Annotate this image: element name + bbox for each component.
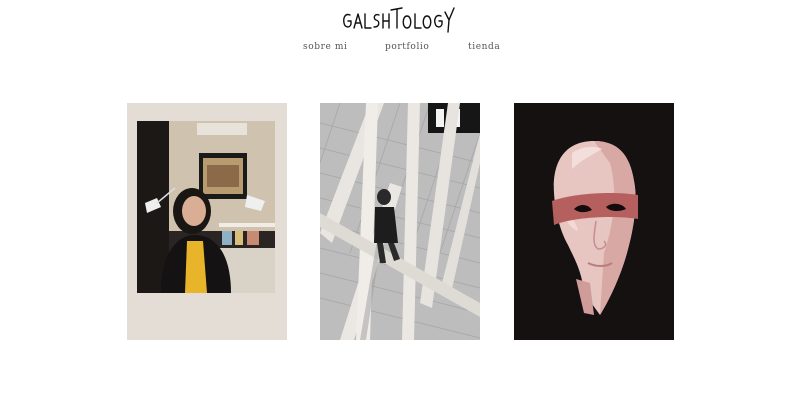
site-logo[interactable]	[340, 4, 460, 36]
main-nav: sobre mi portfolio tienda	[0, 42, 800, 56]
staircase-photo-image	[320, 103, 480, 340]
portrait-photo-image	[127, 103, 287, 340]
logo-wordmark	[343, 7, 455, 33]
gallery-item-staircase[interactable]	[320, 103, 480, 340]
gallery-item-portrait[interactable]	[127, 103, 287, 340]
nav-link-portfolio[interactable]: portfolio	[385, 42, 429, 52]
nav-link-tienda[interactable]: tienda	[468, 42, 500, 52]
masked-face-image	[514, 103, 674, 340]
nav-link-sobre-mi[interactable]: sobre mi	[303, 42, 348, 52]
page: sobre mi portfolio tienda	[0, 0, 800, 400]
gallery-item-illustration[interactable]	[514, 103, 674, 340]
